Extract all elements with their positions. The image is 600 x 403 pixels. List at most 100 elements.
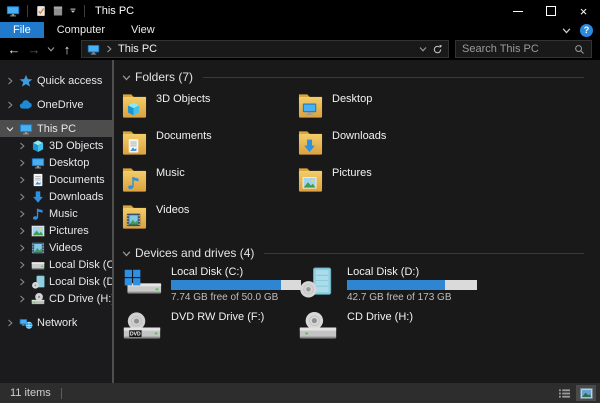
drive-name: Local Disk (C:): [171, 266, 244, 278]
forward-button[interactable]: →: [24, 39, 44, 59]
section-title[interactable]: Folders (7): [135, 70, 193, 84]
sidebar-item-quick-access[interactable]: Quick access: [0, 72, 112, 89]
section-title[interactable]: Devices and drives (4): [135, 246, 254, 260]
search-input[interactable]: [462, 43, 574, 55]
chevron-right-icon[interactable]: [17, 142, 27, 150]
folders-grid: 3D Objects Desktop Documents Downloads Music…: [122, 90, 600, 238]
sidebar-item-onedrive[interactable]: OneDrive: [0, 96, 112, 113]
chevron-right-icon[interactable]: [17, 159, 27, 167]
back-button[interactable]: ←: [4, 39, 24, 59]
properties-icon[interactable]: [35, 5, 47, 17]
drive-tile-dvd-rw-drive-f[interactable]: DVD DVD RW Drive (F:): [122, 311, 298, 356]
view-switcher: [554, 385, 596, 401]
page-icon: [31, 173, 45, 187]
chevron-right-icon[interactable]: [17, 210, 27, 218]
disk-icon: [31, 275, 45, 289]
chevron-right-icon[interactable]: [17, 278, 27, 286]
recent-locations-icon[interactable]: [44, 39, 57, 59]
folder-name: 3D Objects: [156, 93, 211, 105]
chevron-right-icon[interactable]: [17, 261, 27, 269]
ribbon-tab-computer[interactable]: Computer: [44, 22, 118, 38]
chevron-down-icon[interactable]: [122, 249, 131, 258]
folder-tile-3d-objects[interactable]: 3D Objects: [122, 90, 298, 127]
sidebar-item-label: Quick access: [37, 74, 103, 87]
maximize-button[interactable]: [534, 0, 567, 22]
sidebar-item-music[interactable]: Music: [0, 205, 112, 222]
sidebar-item-label: This PC: [37, 122, 77, 135]
folder-monitor-icon: [298, 90, 323, 119]
sidebar-item-label: Desktop: [49, 156, 90, 169]
sidebar-item-videos[interactable]: Videos: [0, 239, 112, 256]
chevron-right-icon[interactable]: [17, 193, 27, 201]
sidebar-item-cd-drive-h[interactable]: CD Drive (H:): [0, 290, 112, 307]
sidebar-item-network[interactable]: Network: [0, 314, 112, 331]
drive-tile-cd-drive-h[interactable]: CD Drive (H:): [298, 311, 538, 356]
sidebar-item-label: Downloads: [49, 190, 104, 203]
sidebar-item-label: OneDrive: [37, 98, 84, 111]
up-button[interactable]: ↑: [57, 39, 77, 59]
cd-icon: [31, 292, 45, 306]
film-icon: [31, 241, 45, 255]
chevron-right-icon[interactable]: [17, 295, 27, 303]
sidebar-item-local-disk-d[interactable]: Local Disk (D:): [0, 273, 112, 290]
minimize-button[interactable]: [501, 0, 534, 22]
sidebar-item-documents[interactable]: Documents: [0, 171, 112, 188]
window-title: This PC: [95, 5, 135, 17]
ribbon-tab-file[interactable]: File: [0, 22, 44, 38]
sidebar-item-label: Pictures: [49, 224, 89, 237]
chevron-down-icon[interactable]: [122, 73, 131, 82]
sidebar-item-pictures[interactable]: Pictures: [0, 222, 112, 239]
ribbon-tab-bar: File Computer View ?: [0, 22, 600, 38]
folder-tile-music[interactable]: Music: [122, 164, 298, 201]
capacity-bar: [347, 280, 477, 290]
drive-tile-local-disk-d[interactable]: Local Disk (D:) 42.7 GB free of 173 GB: [298, 266, 538, 311]
sidebar-item-local-disk-c[interactable]: Local Disk (C:): [0, 256, 112, 273]
folder-tile-desktop[interactable]: Desktop: [298, 90, 538, 127]
items-view: Folders (7) 3D Objects Desktop Documents Dow…: [114, 60, 600, 383]
qat-dropdown-icon[interactable]: [69, 7, 77, 15]
chevron-right-icon[interactable]: [17, 244, 27, 252]
sidebar-item-this-pc[interactable]: This PC: [0, 120, 112, 137]
details-view-button[interactable]: [554, 385, 574, 401]
folder-name: Videos: [156, 204, 190, 216]
address-bar[interactable]: This PC: [81, 40, 449, 58]
folder-tile-videos[interactable]: Videos: [122, 201, 298, 238]
chevron-right-icon[interactable]: [5, 101, 15, 109]
close-button[interactable]: ×: [567, 0, 600, 22]
sidebar-item-desktop[interactable]: Desktop: [0, 154, 112, 171]
folder-tile-pictures[interactable]: Pictures: [298, 164, 538, 201]
sidebar-item-downloads[interactable]: Downloads: [0, 188, 112, 205]
sidebar-item-label: Documents: [49, 173, 105, 186]
sidebar-item-label: Music: [49, 207, 78, 220]
ribbon-tab-label: View: [131, 24, 155, 36]
folder-name: Music: [156, 167, 185, 179]
explorer-window: This PC × File Computer View ? ← → ↑ This …: [0, 0, 600, 403]
hdd-icon: [31, 258, 45, 272]
drive-tile-local-disk-c[interactable]: Local Disk (C:) 7.74 GB free of 50.0 GB: [122, 266, 301, 311]
chevron-right-icon[interactable]: [17, 227, 27, 235]
chevron-down-icon[interactable]: [5, 125, 15, 133]
chevron-right-icon[interactable]: [5, 77, 15, 85]
drive-info: DVD RW Drive (F:): [171, 311, 264, 323]
folder-tile-documents[interactable]: Documents: [122, 127, 298, 164]
address-dropdown-icon[interactable]: [419, 45, 427, 53]
note-icon: [31, 207, 45, 221]
capacity-bar-fill: [171, 280, 281, 290]
sidebar-item-label: Videos: [49, 241, 83, 254]
breadcrumb-location[interactable]: This PC: [118, 43, 157, 55]
help-icon[interactable]: ?: [580, 23, 593, 37]
capacity-bar-fill: [347, 280, 445, 290]
refresh-icon[interactable]: [432, 44, 443, 55]
sidebar-item-3d-objects[interactable]: 3D Objects: [0, 137, 112, 154]
chevron-right-icon[interactable]: [5, 319, 15, 327]
ribbon-tab-view[interactable]: View: [118, 22, 168, 38]
drive-name: CD Drive (H:): [347, 311, 413, 323]
ribbon-expand-icon[interactable]: [562, 26, 571, 35]
new-folder-icon[interactable]: [52, 5, 64, 17]
folder-tile-downloads[interactable]: Downloads: [298, 127, 538, 164]
minimize-icon: [512, 10, 523, 12]
search-icon: [574, 44, 585, 55]
chevron-right-icon[interactable]: [17, 176, 27, 184]
large-icons-view-button[interactable]: [576, 385, 596, 401]
search-box[interactable]: [455, 40, 592, 58]
